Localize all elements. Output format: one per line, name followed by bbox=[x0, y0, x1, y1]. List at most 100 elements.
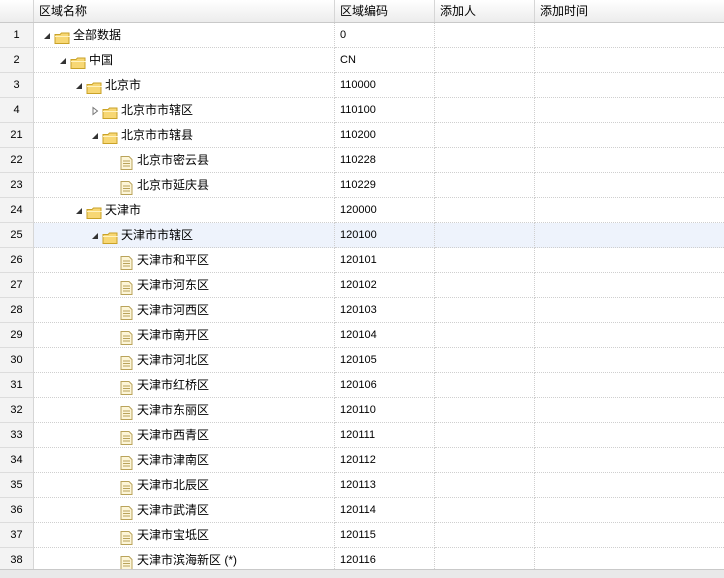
region-name: 北京市 bbox=[105, 78, 142, 92]
table-row[interactable]: 3 北京市 110000 bbox=[0, 73, 724, 98]
column-header-name[interactable]: 区域名称 bbox=[34, 0, 335, 22]
table-row[interactable]: 22 北京市密云县 110228 bbox=[0, 148, 724, 173]
added-by-cell bbox=[435, 248, 535, 273]
table-row[interactable]: 36 天津市武清区 120114 bbox=[0, 498, 724, 523]
added-time-cell bbox=[535, 123, 724, 148]
table-row[interactable]: 21 北京市市辖县 110200 bbox=[0, 123, 724, 148]
tree-node: 天津市市辖区 bbox=[88, 223, 193, 247]
table-row[interactable]: 31 天津市红桥区 120106 bbox=[0, 373, 724, 398]
name-cell[interactable]: 北京市市辖区 bbox=[34, 98, 335, 123]
region-code: 120102 bbox=[335, 273, 435, 298]
column-header-user[interactable]: 添加人 bbox=[435, 0, 535, 22]
name-cell[interactable]: 北京市 bbox=[34, 73, 335, 98]
table-row[interactable]: 23 北京市延庆县 110229 bbox=[0, 173, 724, 198]
tree-node: 天津市红桥区 bbox=[104, 373, 210, 397]
table-row[interactable]: 27 天津市河东区 120102 bbox=[0, 273, 724, 298]
name-cell[interactable]: 天津市红桥区 bbox=[34, 373, 335, 398]
name-cell[interactable]: 天津市河东区 bbox=[34, 273, 335, 298]
name-cell[interactable]: 全部数据 bbox=[34, 23, 335, 48]
table-row[interactable]: 25 天津市市辖区 120100 bbox=[0, 223, 724, 248]
table-row[interactable]: 29 天津市南开区 120104 bbox=[0, 323, 724, 348]
added-time-cell bbox=[535, 248, 724, 273]
column-header-code[interactable]: 区域编码 bbox=[335, 0, 435, 22]
document-icon bbox=[118, 329, 135, 345]
region-name: 天津市武清区 bbox=[137, 503, 210, 517]
name-cell[interactable]: 天津市武清区 bbox=[34, 498, 335, 523]
added-time-cell bbox=[535, 498, 724, 523]
name-cell[interactable]: 天津市南开区 bbox=[34, 323, 335, 348]
name-cell[interactable]: 北京市市辖县 bbox=[34, 123, 335, 148]
name-cell[interactable]: 天津市和平区 bbox=[34, 248, 335, 273]
tree-node: 天津市东丽区 bbox=[104, 398, 209, 422]
table-row[interactable]: 24 天津市 120000 bbox=[0, 198, 724, 223]
document-icon bbox=[118, 354, 135, 370]
table-row[interactable]: 26 天津市和平区 120101 bbox=[0, 248, 724, 273]
name-cell[interactable]: 天津市市辖区 bbox=[34, 223, 335, 248]
tree-node: 天津市南开区 bbox=[104, 323, 209, 347]
table-row[interactable]: 35 天津市北辰区 120113 bbox=[0, 473, 724, 498]
row-number: 21 bbox=[0, 123, 34, 148]
table-row[interactable]: 1 全部数据 0 bbox=[0, 23, 724, 48]
expanded-arrow-icon[interactable] bbox=[88, 229, 102, 243]
added-time-cell bbox=[535, 23, 724, 48]
table-row[interactable]: 37 天津市宝坻区 120115 bbox=[0, 523, 724, 548]
folder-icon bbox=[70, 54, 87, 69]
region-code: 120111 bbox=[335, 423, 435, 448]
name-cell[interactable]: 中国 bbox=[34, 48, 335, 73]
name-cell[interactable]: 天津市河西区 bbox=[34, 298, 335, 323]
region-code: 120115 bbox=[335, 523, 435, 548]
region-name: 天津市宝坻区 bbox=[137, 528, 210, 542]
added-time-cell bbox=[535, 298, 724, 323]
region-name: 天津市津南区 bbox=[137, 453, 210, 467]
tree-node: 天津市河东区 bbox=[104, 273, 209, 297]
expanded-arrow-icon[interactable] bbox=[88, 129, 102, 143]
name-cell[interactable]: 天津市西青区 bbox=[34, 423, 335, 448]
tree-node: 北京市延庆县 bbox=[104, 173, 209, 197]
row-number: 26 bbox=[0, 248, 34, 273]
table-row[interactable]: 32 天津市东丽区 120110 bbox=[0, 398, 724, 423]
name-cell[interactable]: 北京市密云县 bbox=[34, 148, 335, 173]
document-icon bbox=[118, 379, 135, 395]
tree-node: 天津市北辰区 bbox=[104, 473, 209, 497]
added-by-cell bbox=[435, 348, 535, 373]
added-by-cell bbox=[435, 498, 535, 523]
toggle-spacer bbox=[104, 454, 118, 468]
name-cell[interactable]: 天津市宝坻区 bbox=[34, 523, 335, 548]
name-cell[interactable]: 天津市北辰区 bbox=[34, 473, 335, 498]
region-code: 120104 bbox=[335, 323, 435, 348]
region-code: 0 bbox=[335, 23, 435, 48]
name-cell[interactable]: 天津市 bbox=[34, 198, 335, 223]
region-name: 天津市红桥区 bbox=[137, 378, 210, 392]
collapsed-arrow-icon[interactable] bbox=[88, 104, 102, 118]
row-number: 25 bbox=[0, 223, 34, 248]
region-code: 110200 bbox=[335, 123, 435, 148]
row-number-header bbox=[0, 0, 34, 22]
region-name: 天津市西青区 bbox=[137, 428, 210, 442]
expanded-arrow-icon[interactable] bbox=[40, 29, 54, 43]
toggle-spacer bbox=[104, 479, 118, 493]
folder-icon bbox=[54, 29, 71, 44]
added-time-cell bbox=[535, 523, 724, 548]
table-row[interactable]: 33 天津市西青区 120111 bbox=[0, 423, 724, 448]
added-time-cell bbox=[535, 448, 724, 473]
tree-node: 天津市 bbox=[72, 198, 141, 222]
table-row[interactable]: 28 天津市河西区 120103 bbox=[0, 298, 724, 323]
added-time-cell bbox=[535, 48, 724, 73]
region-name: 天津市河北区 bbox=[137, 353, 210, 367]
name-cell[interactable]: 北京市延庆县 bbox=[34, 173, 335, 198]
expanded-arrow-icon[interactable] bbox=[72, 204, 86, 218]
table-row[interactable]: 2 中国 CN bbox=[0, 48, 724, 73]
table-row[interactable]: 34 天津市津南区 120112 bbox=[0, 448, 724, 473]
column-header-time[interactable]: 添加时间 bbox=[535, 0, 724, 22]
expanded-arrow-icon[interactable] bbox=[72, 79, 86, 93]
expanded-arrow-icon[interactable] bbox=[56, 54, 70, 68]
table-row[interactable]: 30 天津市河北区 120105 bbox=[0, 348, 724, 373]
region-code: 120000 bbox=[335, 198, 435, 223]
added-time-cell bbox=[535, 223, 724, 248]
name-cell[interactable]: 天津市津南区 bbox=[34, 448, 335, 473]
row-number: 30 bbox=[0, 348, 34, 373]
name-cell[interactable]: 天津市河北区 bbox=[34, 348, 335, 373]
name-cell[interactable]: 天津市东丽区 bbox=[34, 398, 335, 423]
table-row[interactable]: 4 北京市市辖区 110100 bbox=[0, 98, 724, 123]
region-code: 110228 bbox=[335, 148, 435, 173]
